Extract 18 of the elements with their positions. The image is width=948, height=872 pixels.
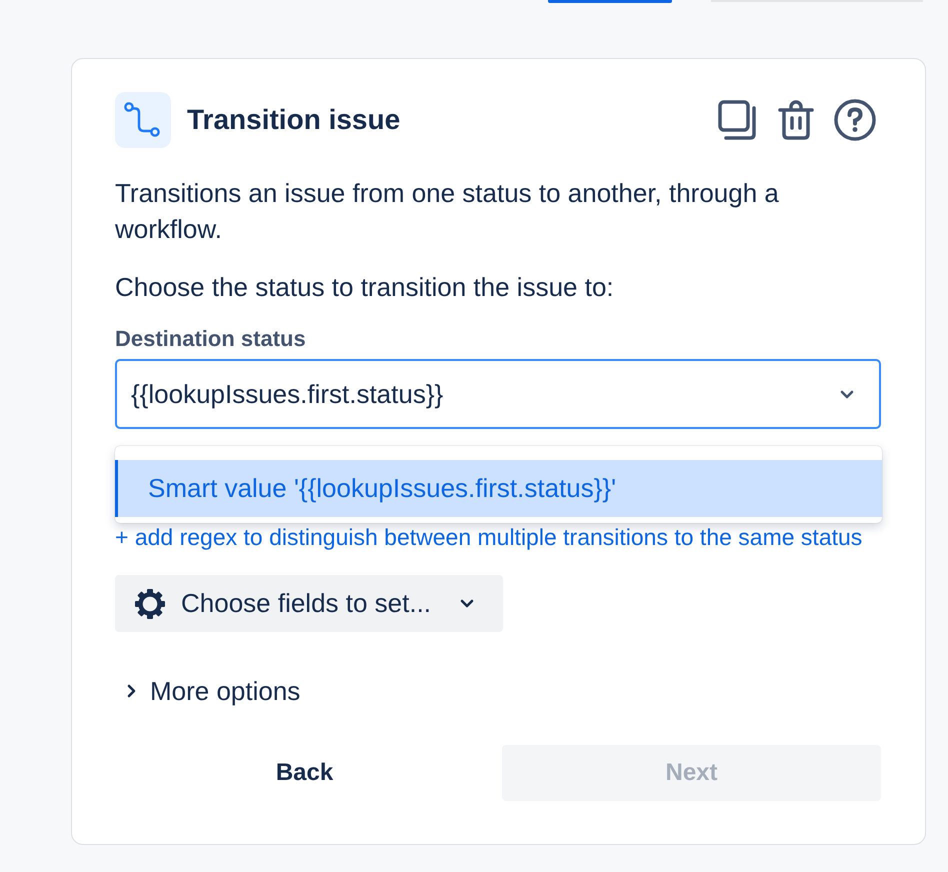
copy-icon[interactable] — [718, 100, 758, 140]
more-options-toggle[interactable]: More options — [115, 676, 300, 706]
card-title: Transition issue — [187, 104, 400, 136]
chevron-down-icon — [840, 390, 854, 398]
description-text: Transitions an issue from one status to another, through a workflow. — [115, 177, 780, 246]
chevron-down-icon — [460, 599, 474, 608]
trash-icon[interactable] — [778, 100, 814, 140]
back-button[interactable]: Back — [115, 745, 494, 801]
prompt-text: Choose the status to transition the issue to: — [115, 271, 615, 304]
chevron-right-icon — [127, 684, 136, 698]
add-regex-link[interactable]: + add regex to distinguish between multiple transitions to the same status — [115, 524, 862, 550]
choose-fields-button[interactable]: Choose fields to set... — [115, 575, 503, 632]
status-select[interactable]: {{lookupIssues.first.status}} — [115, 359, 881, 429]
gear-icon — [134, 588, 166, 620]
field-label: Destination status — [115, 326, 307, 352]
transition-icon — [115, 92, 171, 148]
dropdown-option[interactable]: Smart value '{{lookupIssues.first.status}}' — [115, 460, 882, 517]
help-icon[interactable] — [834, 99, 876, 141]
